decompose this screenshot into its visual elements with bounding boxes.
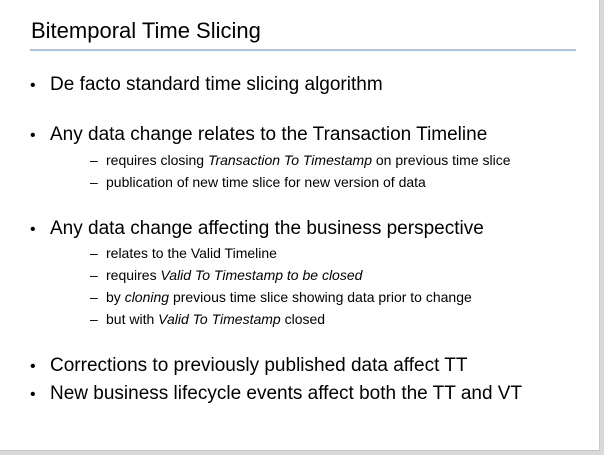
sub-bullet-text: publication of new time slice for new ve… bbox=[106, 174, 426, 190]
bullet-marker: • bbox=[30, 221, 36, 238]
bullet-item: • De facto standard time slicing algorith… bbox=[30, 73, 383, 98]
bullet-item: • Any data change relates to the Transact… bbox=[30, 123, 487, 148]
sub-bullet-text: previous time slice showing data prior t… bbox=[169, 289, 472, 305]
bullet-text: Any data change relates to the Transacti… bbox=[50, 124, 488, 145]
sub-bullet-text: requires closing bbox=[106, 152, 208, 168]
dash-marker: – bbox=[90, 174, 98, 190]
sub-bullet-text: but with bbox=[106, 311, 159, 327]
slide: Bitemporal Time Slicing • De facto standa… bbox=[0, 0, 600, 451]
sub-bullet-emphasis: cloning bbox=[124, 289, 170, 305]
sub-bullet-item: – requires closing Transaction To Timesta… bbox=[90, 151, 511, 169]
title-underline bbox=[30, 49, 576, 51]
bullet-marker: • bbox=[30, 127, 36, 144]
sub-bullet-text: closed bbox=[280, 311, 326, 327]
bullet-marker: • bbox=[30, 77, 36, 94]
slide-title: Bitemporal Time Slicing bbox=[31, 18, 261, 43]
sub-bullet-emphasis: Valid To Timestamp to be closed bbox=[160, 267, 363, 283]
sub-bullet-text: requires bbox=[106, 267, 161, 283]
sub-bullet-item: – publication of new time slice for new v… bbox=[90, 173, 426, 191]
bullet-text: Any data change affecting the business p… bbox=[50, 218, 484, 239]
bullet-item: • New business lifecycle events affect bo… bbox=[30, 382, 522, 407]
bullet-text: De facto standard time slicing algorithm bbox=[50, 74, 383, 95]
bullet-item: • Any data change affecting the business … bbox=[30, 217, 484, 242]
bullet-text: New business lifecycle events affect bot… bbox=[50, 383, 523, 404]
sub-bullet-item: – requires Valid To Timestamp to be close… bbox=[90, 266, 362, 284]
bullet-marker: • bbox=[30, 386, 36, 403]
sub-bullet-item: – but with Valid To Timestamp closed bbox=[90, 310, 325, 328]
sub-bullet-item: – by cloning previous time slice showing … bbox=[90, 288, 472, 306]
sub-bullet-text: on previous time slice bbox=[372, 152, 511, 168]
sub-bullet-item: – relates to the Valid Timeline bbox=[90, 244, 277, 262]
sub-bullet-text: by bbox=[106, 289, 125, 305]
bullet-text: Corrections to previously published data… bbox=[50, 355, 468, 376]
sub-bullet-emphasis: Valid To Timestamp bbox=[158, 311, 281, 327]
sub-bullet-emphasis: Transaction To Timestamp bbox=[207, 152, 372, 168]
bullet-marker: • bbox=[30, 358, 36, 375]
dash-marker: – bbox=[90, 245, 98, 261]
dash-marker: – bbox=[90, 152, 98, 168]
dash-marker: – bbox=[90, 311, 98, 327]
dash-marker: – bbox=[90, 289, 98, 305]
dash-marker: – bbox=[90, 267, 98, 283]
bullet-item: • Corrections to previously published dat… bbox=[30, 354, 468, 379]
sub-bullet-text: relates to the Valid Timeline bbox=[106, 245, 277, 261]
